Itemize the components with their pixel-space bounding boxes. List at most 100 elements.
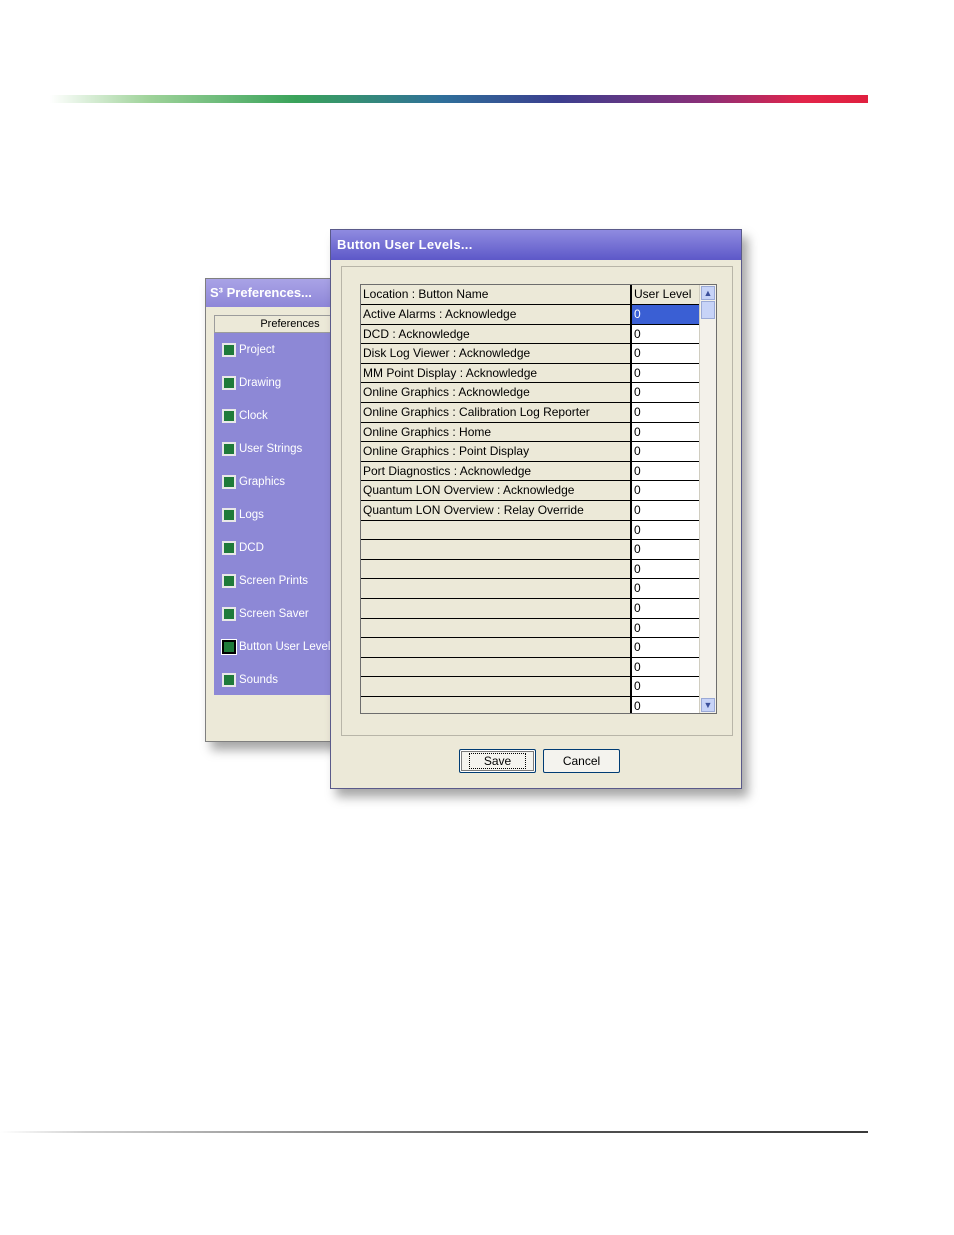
user-level-cell[interactable]: 0: [632, 500, 701, 520]
dialog-group-box: Location : Button Name User Level Active…: [341, 266, 733, 736]
user-level-cell[interactable]: 0: [632, 579, 701, 598]
pref-item-graphics[interactable]: Graphics: [222, 473, 285, 491]
table-row[interactable]: 0: [361, 676, 701, 696]
pref-item-label: Logs: [239, 509, 264, 521]
user-level-cell[interactable]: 0: [632, 540, 701, 559]
table-row[interactable]: 0: [361, 656, 701, 677]
pref-item-button-user-levels[interactable]: Button User Levels: [221, 638, 337, 656]
pref-item-clock[interactable]: Clock: [222, 407, 268, 425]
scroll-down-arrow-icon[interactable]: ▼: [701, 698, 715, 712]
button-name-cell: Online Graphics : Point Display: [361, 442, 632, 461]
table-row[interactable]: 0: [361, 519, 701, 540]
button-name-cell: DCD : Acknowledge: [361, 324, 632, 344]
green-square-icon: [222, 442, 236, 456]
pref-item-user-strings[interactable]: User Strings: [222, 440, 302, 458]
pref-item-screen-saver[interactable]: Screen Saver: [222, 605, 309, 623]
button-name-cell: [361, 638, 632, 657]
pref-item-label: Sounds: [239, 674, 279, 686]
table-row[interactable]: 0: [361, 695, 701, 713]
user-level-cell[interactable]: 0: [632, 422, 701, 442]
green-square-icon: [222, 607, 236, 621]
table-row[interactable]: Disk Log Viewer : Acknowledge 0: [361, 343, 701, 363]
user-level-cell[interactable]: 0: [632, 402, 701, 422]
table-row[interactable]: 0: [361, 597, 701, 618]
vertical-scrollbar[interactable]: ▲ ▼: [699, 285, 716, 713]
table-row[interactable]: Port Diagnostics : Acknowledge 0: [361, 460, 701, 481]
pref-item-label: User Strings: [239, 443, 303, 455]
pref-item-logs[interactable]: Logs: [222, 506, 264, 524]
pref-item-drawing[interactable]: Drawing: [222, 374, 281, 392]
button-name-cell: [361, 696, 632, 713]
button-name-cell: MM Point Display : Acknowledge: [361, 363, 632, 383]
column-header-location[interactable]: Location : Button Name: [361, 285, 632, 304]
scrollbar-thumb[interactable]: [701, 301, 715, 319]
user-level-cell[interactable]: 0: [632, 559, 701, 579]
button-name-cell: Disk Log Viewer : Acknowledge: [361, 344, 632, 363]
user-level-cell[interactable]: 0: [632, 305, 701, 324]
pref-item-project[interactable]: Project: [222, 341, 275, 359]
table-row[interactable]: DCD : Acknowledge 0: [361, 323, 701, 344]
green-square-icon: [222, 475, 236, 489]
button-name-cell: Online Graphics : Calibration Log Report…: [361, 402, 632, 422]
button-name-cell: [361, 598, 632, 618]
button-name-cell: [361, 559, 632, 579]
table-row[interactable]: Quantum LON Overview : Relay Override 0: [361, 499, 701, 520]
button-name-cell: [361, 657, 632, 677]
user-level-cell[interactable]: 0: [632, 696, 701, 713]
table-row[interactable]: 0: [361, 558, 701, 579]
table-row[interactable]: Quantum LON Overview : Acknowledge 0: [361, 480, 701, 500]
user-level-cell[interactable]: 0: [632, 344, 701, 363]
user-level-cell[interactable]: 0: [632, 481, 701, 500]
table-row[interactable]: Online Graphics : Home 0: [361, 421, 701, 442]
pref-item-label: Button User Levels: [239, 641, 337, 653]
button-name-cell: Quantum LON Overview : Relay Override: [361, 500, 632, 520]
table-row[interactable]: Online Graphics : Point Display 0: [361, 441, 701, 461]
user-level-cell[interactable]: 0: [632, 442, 701, 461]
pref-item-sounds[interactable]: Sounds: [222, 671, 278, 689]
button-name-cell: [361, 540, 632, 559]
table-row[interactable]: 0: [361, 578, 701, 598]
pref-item-screen-prints[interactable]: Screen Prints: [222, 572, 308, 590]
green-square-icon: [222, 409, 236, 423]
table-row[interactable]: MM Point Display : Acknowledge 0: [361, 362, 701, 383]
table-row[interactable]: 0: [361, 637, 701, 657]
user-level-cell[interactable]: 0: [632, 363, 701, 383]
scroll-up-arrow-icon[interactable]: ▲: [701, 286, 715, 300]
user-level-cell[interactable]: 0: [632, 520, 701, 540]
green-square-icon: [222, 541, 236, 555]
button-name-cell: [361, 677, 632, 696]
button-user-levels-dialog: Button User Levels... Location : Button …: [330, 229, 742, 789]
cancel-button[interactable]: Cancel: [543, 749, 620, 773]
user-level-cell[interactable]: 0: [632, 618, 701, 638]
user-level-cell[interactable]: 0: [632, 677, 701, 696]
pref-item-label: DCD: [239, 542, 264, 554]
user-level-cell[interactable]: 0: [632, 324, 701, 344]
pref-item-label: Clock: [239, 410, 268, 422]
pref-item-label: Project: [239, 344, 275, 356]
user-level-cell[interactable]: 0: [632, 598, 701, 618]
button-name-cell: [361, 618, 632, 638]
table-row[interactable]: Online Graphics : Calibration Log Report…: [361, 401, 701, 422]
button-name-cell: [361, 579, 632, 598]
table-row[interactable]: Active Alarms : Acknowledge 0: [361, 304, 701, 324]
user-level-cell[interactable]: 0: [632, 383, 701, 402]
save-button[interactable]: Save: [459, 749, 536, 773]
button-name-cell: Port Diagnostics : Acknowledge: [361, 461, 632, 481]
user-level-cell[interactable]: 0: [632, 657, 701, 677]
user-level-cell[interactable]: 0: [632, 638, 701, 657]
table-row[interactable]: Online Graphics : Acknowledge 0: [361, 382, 701, 402]
green-square-icon: [222, 574, 236, 588]
header-gradient-bar: [50, 95, 868, 103]
dialog-title: Button User Levels...: [331, 230, 741, 260]
pref-item-dcd[interactable]: DCD: [222, 539, 264, 557]
grid-rows: Active Alarms : Acknowledge 0 DCD : Acknow…: [361, 304, 701, 713]
table-row[interactable]: 0: [361, 617, 701, 638]
button-name-cell: Quantum LON Overview : Acknowledge: [361, 481, 632, 500]
green-square-icon: [222, 508, 236, 522]
table-row[interactable]: 0: [361, 539, 701, 559]
user-level-cell[interactable]: 0: [632, 461, 701, 481]
save-button-label: Save: [468, 753, 527, 769]
column-header-user-level[interactable]: User Level: [632, 285, 701, 304]
green-square-icon: [222, 343, 236, 357]
green-square-icon: [222, 673, 236, 687]
